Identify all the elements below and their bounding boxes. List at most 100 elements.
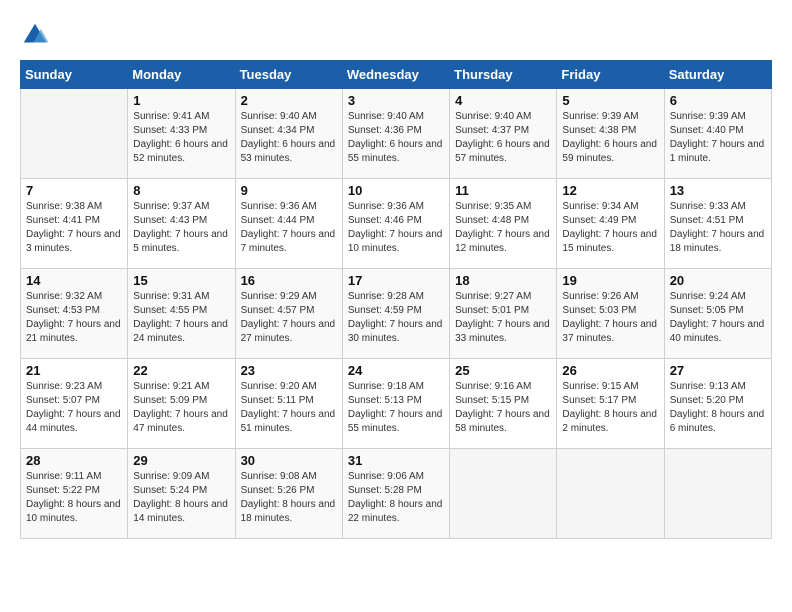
calendar-cell: [21, 89, 128, 179]
calendar-header-row: SundayMondayTuesdayWednesdayThursdayFrid…: [21, 61, 772, 89]
day-info: Sunrise: 9:24 AMSunset: 5:05 PMDaylight:…: [670, 290, 766, 346]
calendar-cell: 16 Sunrise: 9:29 AMSunset: 4:57 PMDaylig…: [235, 269, 342, 359]
day-number: 29: [133, 453, 229, 468]
logo-icon: [20, 20, 50, 50]
calendar-cell: 3 Sunrise: 9:40 AMSunset: 4:36 PMDayligh…: [342, 89, 449, 179]
calendar-cell: 9 Sunrise: 9:36 AMSunset: 4:44 PMDayligh…: [235, 179, 342, 269]
day-info: Sunrise: 9:15 AMSunset: 5:17 PMDaylight:…: [562, 380, 658, 436]
day-info: Sunrise: 9:35 AMSunset: 4:48 PMDaylight:…: [455, 200, 551, 256]
day-number: 5: [562, 93, 658, 108]
calendar-cell: 10 Sunrise: 9:36 AMSunset: 4:46 PMDaylig…: [342, 179, 449, 269]
day-header-monday: Monday: [128, 61, 235, 89]
day-info: Sunrise: 9:13 AMSunset: 5:20 PMDaylight:…: [670, 380, 766, 436]
day-info: Sunrise: 9:39 AMSunset: 4:38 PMDaylight:…: [562, 110, 658, 166]
calendar-week-3: 14 Sunrise: 9:32 AMSunset: 4:53 PMDaylig…: [21, 269, 772, 359]
day-number: 31: [348, 453, 444, 468]
day-number: 14: [26, 273, 122, 288]
calendar-cell: 25 Sunrise: 9:16 AMSunset: 5:15 PMDaylig…: [450, 359, 557, 449]
calendar-cell: 8 Sunrise: 9:37 AMSunset: 4:43 PMDayligh…: [128, 179, 235, 269]
calendar-cell: 30 Sunrise: 9:08 AMSunset: 5:26 PMDaylig…: [235, 449, 342, 539]
calendar-cell: 1 Sunrise: 9:41 AMSunset: 4:33 PMDayligh…: [128, 89, 235, 179]
day-info: Sunrise: 9:20 AMSunset: 5:11 PMDaylight:…: [241, 380, 337, 436]
calendar-week-4: 21 Sunrise: 9:23 AMSunset: 5:07 PMDaylig…: [21, 359, 772, 449]
calendar-cell: 12 Sunrise: 9:34 AMSunset: 4:49 PMDaylig…: [557, 179, 664, 269]
calendar-cell: 6 Sunrise: 9:39 AMSunset: 4:40 PMDayligh…: [664, 89, 771, 179]
calendar-cell: 17 Sunrise: 9:28 AMSunset: 4:59 PMDaylig…: [342, 269, 449, 359]
day-number: 2: [241, 93, 337, 108]
day-info: Sunrise: 9:31 AMSunset: 4:55 PMDaylight:…: [133, 290, 229, 346]
day-info: Sunrise: 9:37 AMSunset: 4:43 PMDaylight:…: [133, 200, 229, 256]
calendar-week-5: 28 Sunrise: 9:11 AMSunset: 5:22 PMDaylig…: [21, 449, 772, 539]
day-header-sunday: Sunday: [21, 61, 128, 89]
day-info: Sunrise: 9:39 AMSunset: 4:40 PMDaylight:…: [670, 110, 766, 166]
day-number: 27: [670, 363, 766, 378]
calendar-cell: 13 Sunrise: 9:33 AMSunset: 4:51 PMDaylig…: [664, 179, 771, 269]
day-info: Sunrise: 9:28 AMSunset: 4:59 PMDaylight:…: [348, 290, 444, 346]
calendar-cell: 29 Sunrise: 9:09 AMSunset: 5:24 PMDaylig…: [128, 449, 235, 539]
day-number: 25: [455, 363, 551, 378]
day-header-wednesday: Wednesday: [342, 61, 449, 89]
day-info: Sunrise: 9:41 AMSunset: 4:33 PMDaylight:…: [133, 110, 229, 166]
day-number: 20: [670, 273, 766, 288]
day-header-thursday: Thursday: [450, 61, 557, 89]
day-number: 30: [241, 453, 337, 468]
day-number: 1: [133, 93, 229, 108]
calendar-week-1: 1 Sunrise: 9:41 AMSunset: 4:33 PMDayligh…: [21, 89, 772, 179]
calendar-cell: 24 Sunrise: 9:18 AMSunset: 5:13 PMDaylig…: [342, 359, 449, 449]
day-number: 16: [241, 273, 337, 288]
day-number: 7: [26, 183, 122, 198]
day-number: 11: [455, 183, 551, 198]
day-number: 17: [348, 273, 444, 288]
calendar-cell: [450, 449, 557, 539]
day-info: Sunrise: 9:29 AMSunset: 4:57 PMDaylight:…: [241, 290, 337, 346]
logo: [20, 20, 54, 50]
day-number: 12: [562, 183, 658, 198]
calendar-cell: 21 Sunrise: 9:23 AMSunset: 5:07 PMDaylig…: [21, 359, 128, 449]
day-header-saturday: Saturday: [664, 61, 771, 89]
calendar-cell: 27 Sunrise: 9:13 AMSunset: 5:20 PMDaylig…: [664, 359, 771, 449]
day-number: 28: [26, 453, 122, 468]
calendar-cell: 20 Sunrise: 9:24 AMSunset: 5:05 PMDaylig…: [664, 269, 771, 359]
day-number: 6: [670, 93, 766, 108]
day-info: Sunrise: 9:36 AMSunset: 4:46 PMDaylight:…: [348, 200, 444, 256]
day-info: Sunrise: 9:32 AMSunset: 4:53 PMDaylight:…: [26, 290, 122, 346]
calendar-week-2: 7 Sunrise: 9:38 AMSunset: 4:41 PMDayligh…: [21, 179, 772, 269]
day-info: Sunrise: 9:09 AMSunset: 5:24 PMDaylight:…: [133, 470, 229, 526]
calendar-cell: [664, 449, 771, 539]
calendar-cell: 18 Sunrise: 9:27 AMSunset: 5:01 PMDaylig…: [450, 269, 557, 359]
day-number: 15: [133, 273, 229, 288]
calendar-table: SundayMondayTuesdayWednesdayThursdayFrid…: [20, 60, 772, 539]
day-info: Sunrise: 9:16 AMSunset: 5:15 PMDaylight:…: [455, 380, 551, 436]
day-number: 10: [348, 183, 444, 198]
calendar-cell: 11 Sunrise: 9:35 AMSunset: 4:48 PMDaylig…: [450, 179, 557, 269]
day-info: Sunrise: 9:11 AMSunset: 5:22 PMDaylight:…: [26, 470, 122, 526]
day-number: 26: [562, 363, 658, 378]
day-number: 21: [26, 363, 122, 378]
day-info: Sunrise: 9:38 AMSunset: 4:41 PMDaylight:…: [26, 200, 122, 256]
day-header-friday: Friday: [557, 61, 664, 89]
day-number: 13: [670, 183, 766, 198]
day-info: Sunrise: 9:36 AMSunset: 4:44 PMDaylight:…: [241, 200, 337, 256]
calendar-cell: 26 Sunrise: 9:15 AMSunset: 5:17 PMDaylig…: [557, 359, 664, 449]
day-info: Sunrise: 9:23 AMSunset: 5:07 PMDaylight:…: [26, 380, 122, 436]
day-number: 19: [562, 273, 658, 288]
day-info: Sunrise: 9:40 AMSunset: 4:34 PMDaylight:…: [241, 110, 337, 166]
calendar-cell: 7 Sunrise: 9:38 AMSunset: 4:41 PMDayligh…: [21, 179, 128, 269]
calendar-cell: 14 Sunrise: 9:32 AMSunset: 4:53 PMDaylig…: [21, 269, 128, 359]
day-info: Sunrise: 9:33 AMSunset: 4:51 PMDaylight:…: [670, 200, 766, 256]
day-info: Sunrise: 9:21 AMSunset: 5:09 PMDaylight:…: [133, 380, 229, 436]
day-number: 18: [455, 273, 551, 288]
calendar-cell: 19 Sunrise: 9:26 AMSunset: 5:03 PMDaylig…: [557, 269, 664, 359]
day-info: Sunrise: 9:34 AMSunset: 4:49 PMDaylight:…: [562, 200, 658, 256]
day-number: 23: [241, 363, 337, 378]
day-info: Sunrise: 9:18 AMSunset: 5:13 PMDaylight:…: [348, 380, 444, 436]
calendar-cell: 23 Sunrise: 9:20 AMSunset: 5:11 PMDaylig…: [235, 359, 342, 449]
calendar-cell: [557, 449, 664, 539]
day-info: Sunrise: 9:27 AMSunset: 5:01 PMDaylight:…: [455, 290, 551, 346]
day-info: Sunrise: 9:40 AMSunset: 4:37 PMDaylight:…: [455, 110, 551, 166]
calendar-cell: 22 Sunrise: 9:21 AMSunset: 5:09 PMDaylig…: [128, 359, 235, 449]
day-number: 24: [348, 363, 444, 378]
calendar-cell: 28 Sunrise: 9:11 AMSunset: 5:22 PMDaylig…: [21, 449, 128, 539]
day-info: Sunrise: 9:06 AMSunset: 5:28 PMDaylight:…: [348, 470, 444, 526]
day-number: 22: [133, 363, 229, 378]
